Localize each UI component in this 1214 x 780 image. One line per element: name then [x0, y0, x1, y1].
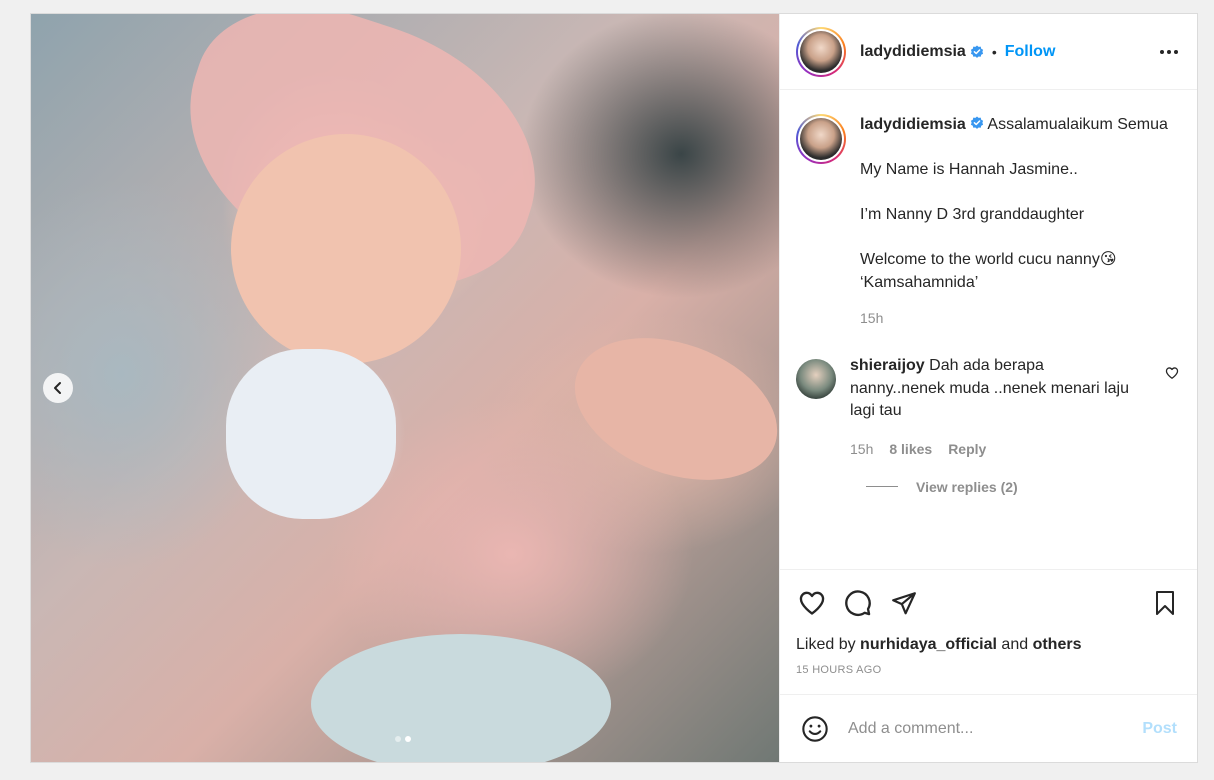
verified-icon [970, 116, 983, 129]
chevron-left-icon [54, 382, 61, 394]
commenter-avatar[interactable] [796, 359, 836, 399]
view-replies-button[interactable]: View replies (2) [916, 479, 1018, 495]
comment-meta: 15h 8 likes Reply [850, 441, 1140, 457]
photo-arm-shape [555, 312, 779, 506]
replies-divider [866, 486, 898, 487]
share-button[interactable] [888, 587, 920, 619]
comment-body: shieraijoy Dah ada berapa nanny..nenek m… [850, 355, 1140, 423]
view-replies[interactable]: View replies (2) [866, 479, 1181, 495]
post-timestamp[interactable]: 15 HOURS AGO [796, 664, 1181, 676]
share-icon [892, 592, 916, 615]
photo-face-shape [231, 134, 461, 364]
caption-line: My Name is Hannah Jasmine.. [860, 161, 1078, 178]
carousel-dot-active [405, 736, 411, 742]
commenter-username[interactable]: shieraijoy [850, 357, 925, 374]
bookmark-icon [1156, 591, 1174, 615]
comment-icon [845, 590, 871, 616]
add-comment-bar: Post [780, 694, 1197, 762]
comment-like-button[interactable] [1163, 365, 1181, 383]
post-modal: ladydidiemsia • Follow ladydidiemsia Ass… [30, 13, 1198, 763]
comments-section[interactable]: ladydidiemsia Assalamualaikum Semua My N… [780, 90, 1197, 569]
caption-first-line: Assalamualaikum Semua [987, 116, 1168, 133]
comment-button[interactable] [842, 587, 874, 619]
action-bar [796, 570, 1181, 636]
post-image[interactable] [31, 14, 779, 762]
caption-username[interactable]: ladydidiemsia [860, 116, 966, 133]
caption-avatar[interactable] [796, 114, 846, 164]
carousel-dot [395, 736, 401, 742]
comment-time[interactable]: 15h [850, 441, 873, 457]
author-username[interactable]: ladydidiemsia [860, 43, 966, 61]
post-actions-area: Liked by nurhidaya_official and others 1… [780, 569, 1197, 694]
liked-by-and: and [1001, 636, 1029, 653]
liked-by-user[interactable]: nurhidaya_official [860, 636, 997, 653]
heart-icon [1165, 366, 1179, 379]
more-options-button[interactable] [1157, 40, 1181, 64]
post-sidebar: ladydidiemsia • Follow ladydidiemsia Ass… [779, 14, 1197, 762]
comment-likes[interactable]: 8 likes [889, 441, 932, 457]
more-icon [1160, 49, 1178, 54]
caption-body: ladydidiemsia Assalamualaikum Semua My N… [860, 114, 1181, 329]
post-header: ladydidiemsia • Follow [780, 14, 1197, 90]
header-separator: • [991, 43, 997, 60]
save-button[interactable] [1149, 587, 1181, 619]
caption: ladydidiemsia Assalamualaikum Semua My N… [796, 114, 1181, 329]
photo-mitten-shape [226, 349, 396, 519]
author-avatar[interactable] [796, 26, 846, 77]
liked-by: Liked by nurhidaya_official and others [796, 636, 1181, 654]
comment-input[interactable] [848, 719, 1125, 738]
emoji-icon [802, 715, 828, 742]
liked-by-prefix: Liked by [796, 636, 856, 653]
caption-line: Welcome to the world cucu nanny😘 ‘Kamsah… [860, 251, 1117, 291]
carousel-prev-button[interactable] [43, 373, 73, 403]
heart-icon [799, 591, 825, 615]
comment-item: shieraijoy Dah ada berapa nanny..nenek m… [796, 355, 1181, 457]
post-comment-button[interactable]: Post [1142, 720, 1177, 738]
carousel-indicator [395, 736, 411, 742]
like-button[interactable] [796, 587, 828, 619]
verified-icon [970, 45, 983, 58]
reply-button[interactable]: Reply [948, 441, 986, 457]
liked-by-others[interactable]: others [1033, 636, 1082, 653]
follow-button[interactable]: Follow [1005, 43, 1056, 61]
photo-blanket-shape [311, 634, 611, 762]
caption-line: I’m Nanny D 3rd granddaughter [860, 206, 1085, 223]
caption-time[interactable]: 15h [860, 307, 1181, 330]
emoji-button[interactable] [800, 714, 830, 744]
